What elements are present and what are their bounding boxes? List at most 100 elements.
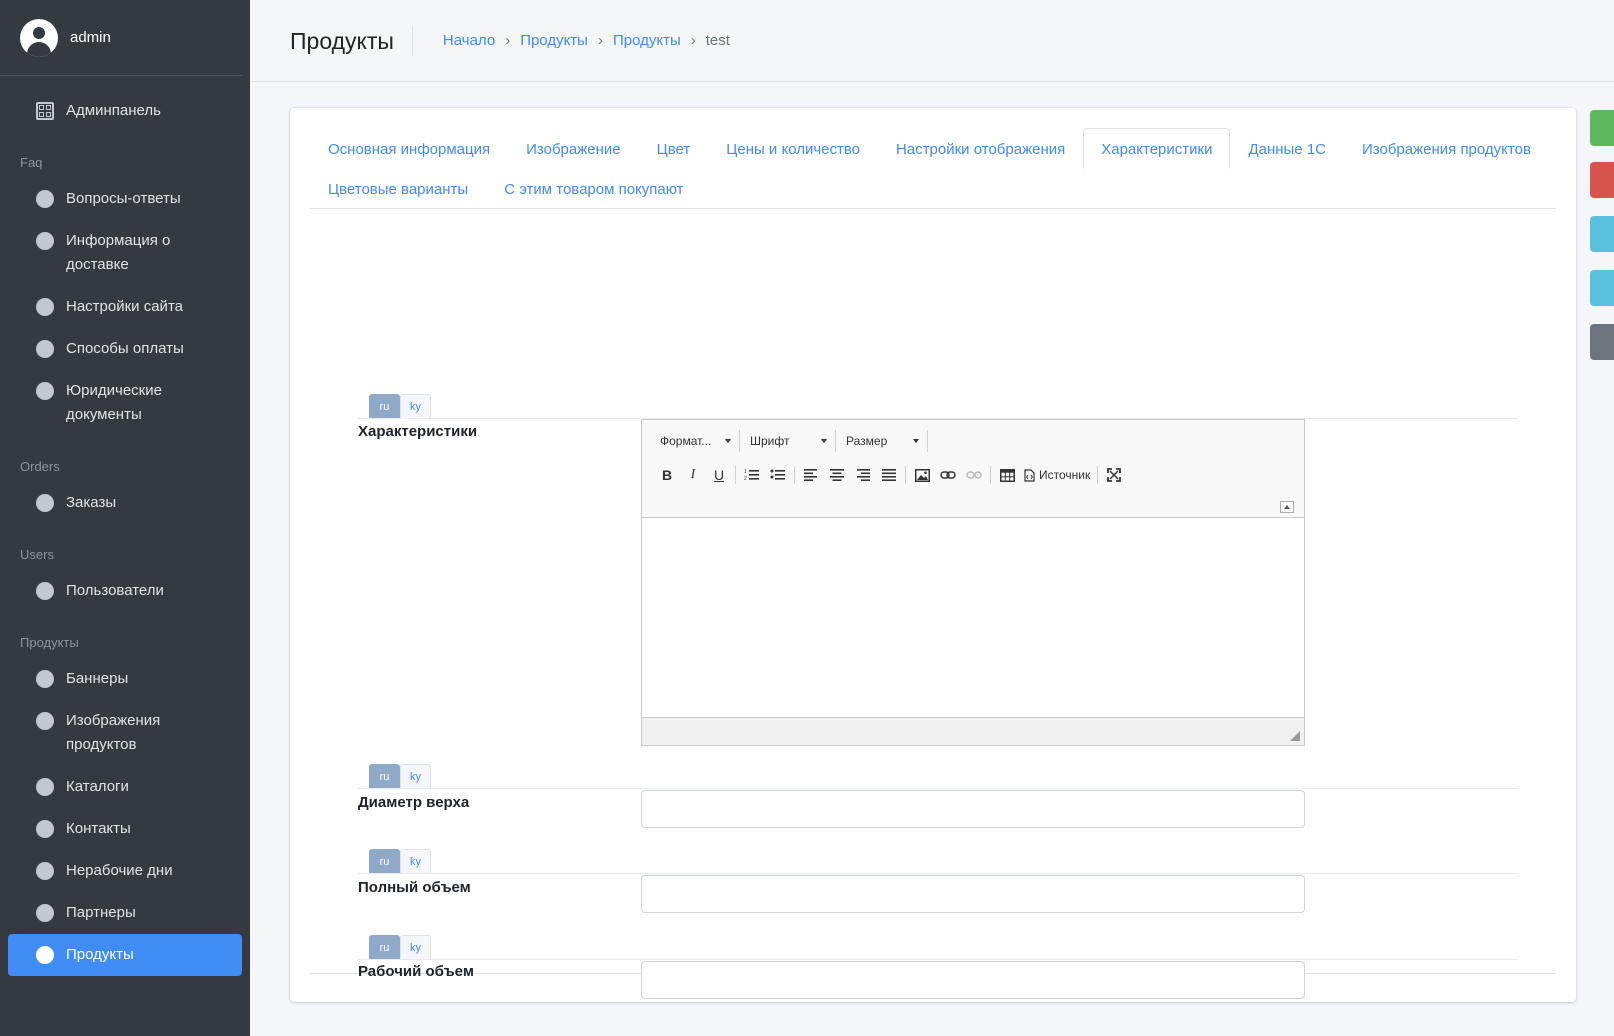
unlink-icon[interactable] (961, 464, 987, 486)
lang-tab-ru[interactable]: ru (369, 394, 400, 418)
nav-header-users: Users (20, 547, 54, 562)
circle-icon (36, 670, 54, 688)
breadcrumb-home[interactable]: Начало (443, 32, 495, 49)
breadcrumb-products-list[interactable]: Продукты (613, 32, 681, 49)
sidebar-item-product-images[interactable]: Изображения продуктов (8, 700, 242, 766)
link-icon[interactable] (935, 464, 961, 486)
breadcrumb: Начало › Продукты › Продукты › test (443, 32, 730, 49)
lang-tab-ky[interactable]: ky (400, 935, 431, 959)
image-icon[interactable] (909, 464, 935, 486)
size-select[interactable]: Размер (836, 430, 928, 452)
resize-handle-icon[interactable] (1290, 731, 1300, 741)
circle-icon (36, 820, 54, 838)
sidebar-item-holidays[interactable]: Нерабочие дни (8, 850, 242, 892)
source-button[interactable]: Источник (1020, 464, 1094, 486)
characteristics-label: Характеристики (358, 423, 478, 440)
sidebar-item-label: Пользователи (66, 582, 164, 599)
sidebar-item-catalogs[interactable]: Каталоги (8, 766, 242, 808)
sidebar-item-label: Контакты (66, 820, 131, 837)
breadcrumb-separator: › (597, 32, 603, 49)
sidebar-item-label: Продукты (66, 946, 134, 963)
full-volume-label: Полный объем (358, 879, 471, 896)
sidebar-item-contacts[interactable]: Контакты (8, 808, 242, 850)
table-icon[interactable] (994, 464, 1020, 486)
italic-icon[interactable]: I (680, 464, 706, 486)
sidebar-item-faq[interactable]: Вопросы-ответы (8, 178, 242, 220)
tab-display-settings[interactable]: Настройки отображения (878, 128, 1083, 169)
tab-color[interactable]: Цвет (639, 128, 709, 169)
maximize-icon[interactable] (1101, 464, 1127, 486)
dashboard-icon (36, 102, 54, 120)
align-center-icon[interactable] (824, 464, 850, 486)
sidebar-item-partners[interactable]: Партнеры (8, 892, 242, 934)
back-button[interactable] (1590, 324, 1614, 360)
action-button-1[interactable] (1590, 216, 1614, 252)
sidebar-item-payment-methods[interactable]: Способы оплаты (8, 328, 242, 370)
sidebar-item-delivery-info[interactable]: Информация о доставке (8, 220, 242, 286)
caret-down-icon (725, 439, 731, 443)
sidebar-item-orders[interactable]: Заказы (8, 482, 242, 524)
top-diameter-input[interactable] (641, 790, 1305, 828)
collapse-toolbar-icon[interactable] (1280, 501, 1294, 513)
tab-main-info[interactable]: Основная информация (310, 128, 508, 169)
tab-characteristics[interactable]: Характеристики (1083, 128, 1231, 169)
tab-1c-data[interactable]: Данные 1С (1230, 128, 1344, 169)
lang-tab-ky[interactable]: ky (400, 394, 431, 418)
divider (358, 959, 1518, 960)
breadcrumb-separator: › (505, 32, 511, 49)
sidebar-item-label: Юридические документы (66, 382, 162, 423)
numbered-list-icon[interactable]: 12 (739, 464, 765, 486)
font-select[interactable]: Шрифт (740, 430, 836, 452)
circle-icon (36, 298, 54, 316)
tab-color-variants[interactable]: Цветовые варианты (310, 168, 486, 209)
lang-tab-ky[interactable]: ky (400, 849, 431, 873)
lang-tab-ru[interactable]: ru (369, 764, 400, 788)
format-select[interactable]: Формат... (650, 430, 740, 452)
lang-tab-ky[interactable]: ky (400, 764, 431, 788)
lang-tabs: ru ky (369, 849, 431, 873)
sidebar-item-label: Настройки сайта (66, 298, 183, 315)
toolbar-separator (990, 466, 991, 484)
page-title: Продукты (290, 25, 413, 56)
underline-icon[interactable]: U (706, 464, 732, 486)
circle-icon (36, 862, 54, 880)
circle-icon (36, 190, 54, 208)
sidebar-item-dashboard[interactable]: Админпанель (8, 90, 242, 132)
save-button[interactable] (1590, 110, 1614, 146)
circle-icon (36, 712, 54, 730)
sidebar-item-users[interactable]: Пользователи (8, 570, 242, 612)
action-button-2[interactable] (1590, 270, 1614, 306)
sidebar-item-label: Информация о доставке (66, 232, 171, 273)
top-diameter-label: Диаметр верха (358, 794, 470, 811)
tab-bought-together[interactable]: С этим товаром покупают (486, 168, 701, 209)
full-volume-input[interactable] (641, 875, 1305, 913)
lang-tab-ru[interactable]: ru (369, 935, 400, 959)
breadcrumb-products[interactable]: Продукты (520, 32, 588, 49)
sidebar-item-label: Админпанель (66, 102, 161, 119)
sidebar-item-site-settings[interactable]: Настройки сайта (8, 286, 242, 328)
sidebar-item-banners[interactable]: Баннеры (8, 658, 242, 700)
tab-image[interactable]: Изображение (508, 128, 639, 169)
align-right-icon[interactable] (850, 464, 876, 486)
user-panel[interactable]: admin (0, 0, 242, 76)
lang-tab-ru[interactable]: ru (369, 849, 400, 873)
working-volume-label: Рабочий объем (358, 963, 474, 980)
tab-product-images[interactable]: Изображения продуктов (1344, 128, 1549, 169)
toolbar-separator (735, 466, 736, 484)
working-volume-input[interactable] (641, 961, 1305, 999)
product-edit-card: Основная информация Изображение Цвет Цен… (290, 108, 1576, 1002)
toolbar-separator (905, 466, 906, 484)
user-name: admin (70, 29, 111, 46)
bulleted-list-icon[interactable] (765, 464, 791, 486)
delete-button[interactable] (1590, 162, 1614, 198)
circle-icon (36, 382, 54, 400)
sidebar-item-products[interactable]: Продукты (8, 934, 242, 976)
circle-icon (36, 778, 54, 796)
sidebar-item-label: Заказы (66, 494, 117, 511)
justify-icon[interactable] (876, 464, 902, 486)
align-left-icon[interactable] (798, 464, 824, 486)
sidebar-item-legal-docs[interactable]: Юридические документы (8, 370, 242, 436)
tab-prices[interactable]: Цены и количество (708, 128, 878, 169)
editor-content-area[interactable] (642, 518, 1304, 718)
bold-icon[interactable]: B (654, 464, 680, 486)
